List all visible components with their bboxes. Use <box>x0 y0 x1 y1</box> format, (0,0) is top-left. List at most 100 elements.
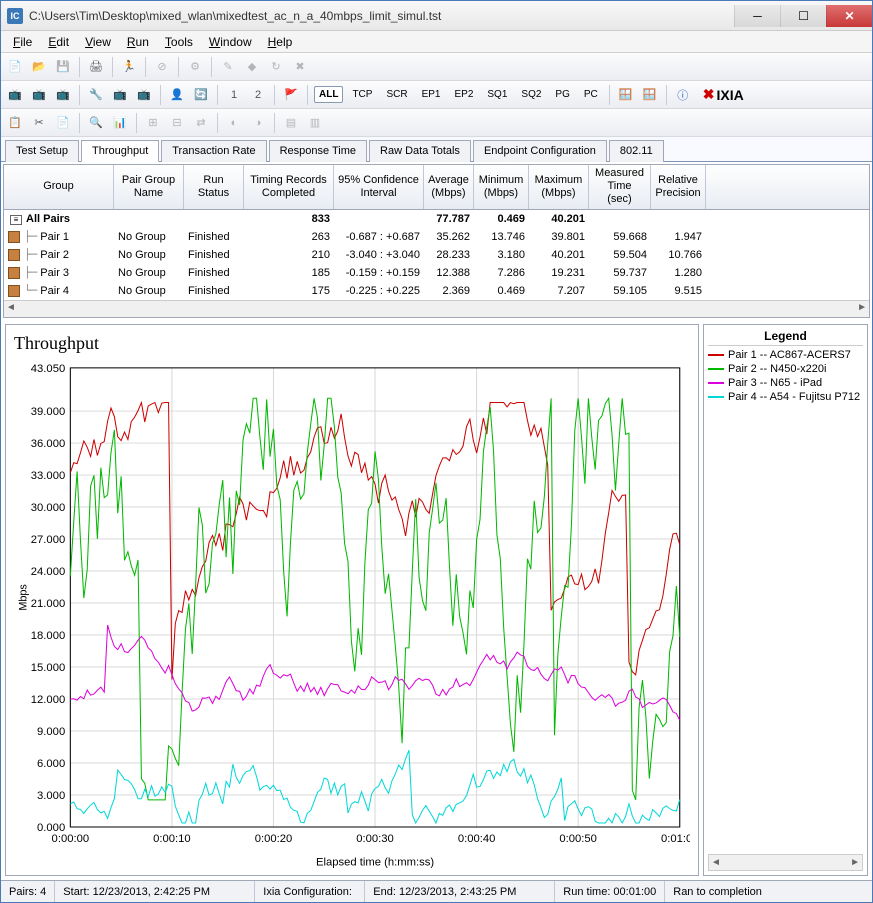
ed3-icon[interactable]: 📄 <box>53 113 73 133</box>
ed5-icon[interactable]: 📊 <box>110 113 130 133</box>
open-icon[interactable]: 📂 <box>29 57 49 77</box>
tv3-icon[interactable]: 📺 <box>53 85 73 105</box>
cfg2-icon[interactable]: 📺 <box>110 85 130 105</box>
col-header[interactable]: Timing RecordsCompleted <box>244 165 334 209</box>
filter-pg[interactable]: PG <box>550 86 574 103</box>
menu-window[interactable]: Window <box>201 33 260 51</box>
filter-ep1[interactable]: EP1 <box>417 86 446 103</box>
col-header[interactable]: Pair GroupName <box>114 165 184 209</box>
ed4-icon[interactable]: 🔍 <box>86 113 106 133</box>
ed11-icon[interactable]: ▤ <box>281 113 301 133</box>
legend-item[interactable]: Pair 2 -- N450-x220i <box>708 362 863 376</box>
maximize-button[interactable]: ☐ <box>780 5 826 27</box>
ed2-icon[interactable]: ✂ <box>29 113 49 133</box>
ed12-icon[interactable]: ▥ <box>305 113 325 133</box>
tab-endpoint-configuration[interactable]: Endpoint Configuration <box>473 140 607 162</box>
filter-all[interactable]: ALL <box>314 86 343 103</box>
table-row[interactable]: ├─ Pair 3No GroupFinished185-0.159 : +0.… <box>4 264 869 282</box>
filter-tcp[interactable]: TCP <box>347 86 377 103</box>
filter-scr[interactable]: SCR <box>381 86 412 103</box>
legend-scrollbar[interactable]: ◄► <box>708 854 863 871</box>
svg-text:0:00:10: 0:00:10 <box>153 833 191 845</box>
svg-text:0:01:00: 0:01:00 <box>661 833 690 845</box>
status-start: Start: 12/23/2013, 2:42:25 PM <box>55 881 255 902</box>
col-header[interactable]: Average(Mbps) <box>424 165 474 209</box>
ed9-icon[interactable]: ◐ <box>224 113 244 133</box>
menu-tools[interactable]: Tools <box>157 33 201 51</box>
legend-item[interactable]: Pair 1 -- AC867-ACERS7 <box>708 348 863 362</box>
tool4-icon[interactable]: ↻ <box>266 57 286 77</box>
svg-text:12.000: 12.000 <box>31 694 65 706</box>
menu-edit[interactable]: Edit <box>40 33 77 51</box>
tv2-icon[interactable]: 📺 <box>29 85 49 105</box>
new-icon[interactable]: 📄 <box>5 57 25 77</box>
save-icon[interactable]: 💾 <box>53 57 73 77</box>
cfg5-icon[interactable]: 🔄 <box>191 85 211 105</box>
label1-icon[interactable]: 1 <box>224 85 244 105</box>
cfg1-icon[interactable]: 🔧 <box>86 85 106 105</box>
cfg3-icon[interactable]: 📺 <box>134 85 154 105</box>
tab-802.11[interactable]: 802.11 <box>609 140 664 162</box>
win1-icon[interactable]: 🪟 <box>616 85 636 105</box>
legend-item[interactable]: Pair 3 -- N65 - iPad <box>708 376 863 390</box>
svg-text:0:00:00: 0:00:00 <box>52 833 90 845</box>
status-completion: Ran to completion <box>665 881 770 902</box>
svg-text:0:00:40: 0:00:40 <box>458 833 496 845</box>
col-header[interactable]: Measured Time(sec) <box>589 165 651 209</box>
tab-transaction-rate[interactable]: Transaction Rate <box>161 140 266 162</box>
throughput-chart: 0.0003.0006.0009.00012.00015.00018.00021… <box>14 358 690 871</box>
tab-response-time[interactable]: Response Time <box>269 140 367 162</box>
table-row[interactable]: ├─ Pair 2No GroupFinished210-3.040 : +3.… <box>4 246 869 264</box>
table-row[interactable]: └─ Pair 4No GroupFinished175-0.225 : +0.… <box>4 282 869 300</box>
menu-help[interactable]: Help <box>260 33 301 51</box>
menu-file[interactable]: File <box>5 33 40 51</box>
menu-view[interactable]: View <box>77 33 119 51</box>
col-header[interactable]: Maximum(Mbps) <box>529 165 589 209</box>
col-header[interactable]: RelativePrecision <box>651 165 706 209</box>
tool5-icon[interactable]: ✖ <box>290 57 310 77</box>
ed6-icon[interactable]: ⊞ <box>143 113 163 133</box>
tab-raw-data-totals[interactable]: Raw Data Totals <box>369 140 471 162</box>
stop-icon[interactable]: ⊘ <box>152 57 172 77</box>
minimize-button[interactable]: ─ <box>734 5 780 27</box>
tool-icon[interactable]: ⚙ <box>185 57 205 77</box>
table-row-total[interactable]: ≡All Pairs83377.7870.46940.201 <box>4 210 869 228</box>
table-row[interactable]: ├─ Pair 1No GroupFinished263-0.687 : +0.… <box>4 228 869 246</box>
svg-text:Mbps: Mbps <box>17 583 29 610</box>
info-icon[interactable]: ⓘ <box>673 85 693 105</box>
svg-text:24.000: 24.000 <box>31 566 65 578</box>
run-icon[interactable]: 🏃 <box>119 57 139 77</box>
col-header[interactable]: Minimum(Mbps) <box>474 165 529 209</box>
tv1-icon[interactable]: 📺 <box>5 85 25 105</box>
filter-sq2[interactable]: SQ2 <box>516 86 546 103</box>
print-icon[interactable]: 🖨 <box>86 57 106 77</box>
chart-title: Throughput <box>14 333 690 354</box>
col-header[interactable]: RunStatus <box>184 165 244 209</box>
cfg4-icon[interactable]: 👤 <box>167 85 187 105</box>
tool2-icon[interactable]: ✎ <box>218 57 238 77</box>
ed7-icon[interactable]: ⊟ <box>167 113 187 133</box>
ed10-icon[interactable]: ◑ <box>248 113 268 133</box>
filter-ep2[interactable]: EP2 <box>449 86 478 103</box>
filter-sq1[interactable]: SQ1 <box>482 86 512 103</box>
svg-text:18.000: 18.000 <box>31 630 65 642</box>
col-header[interactable]: 95% ConfidenceInterval <box>334 165 424 209</box>
svg-text:0:00:30: 0:00:30 <box>356 833 394 845</box>
menu-run[interactable]: Run <box>119 33 157 51</box>
tab-throughput[interactable]: Throughput <box>81 140 159 162</box>
label2-icon[interactable]: 2 <box>248 85 268 105</box>
close-button[interactable]: ✕ <box>826 5 872 27</box>
filter-pc[interactable]: PC <box>579 86 603 103</box>
flag-icon[interactable]: 🚩 <box>281 85 301 105</box>
col-header[interactable]: Group <box>4 165 114 209</box>
legend-item[interactable]: Pair 4 -- A54 - Fujitsu P712 <box>708 390 863 404</box>
menu-bar: File Edit View Run Tools Window Help <box>1 31 872 53</box>
svg-text:3.000: 3.000 <box>37 790 65 802</box>
ed1-icon[interactable]: 📋 <box>5 113 25 133</box>
win2-icon[interactable]: 🪟 <box>640 85 660 105</box>
ed8-icon[interactable]: ⇄ <box>191 113 211 133</box>
table-scrollbar[interactable] <box>4 300 869 317</box>
tab-test-setup[interactable]: Test Setup <box>5 140 79 162</box>
tool3-icon[interactable]: ◆ <box>242 57 262 77</box>
svg-text:43.050: 43.050 <box>31 363 65 375</box>
